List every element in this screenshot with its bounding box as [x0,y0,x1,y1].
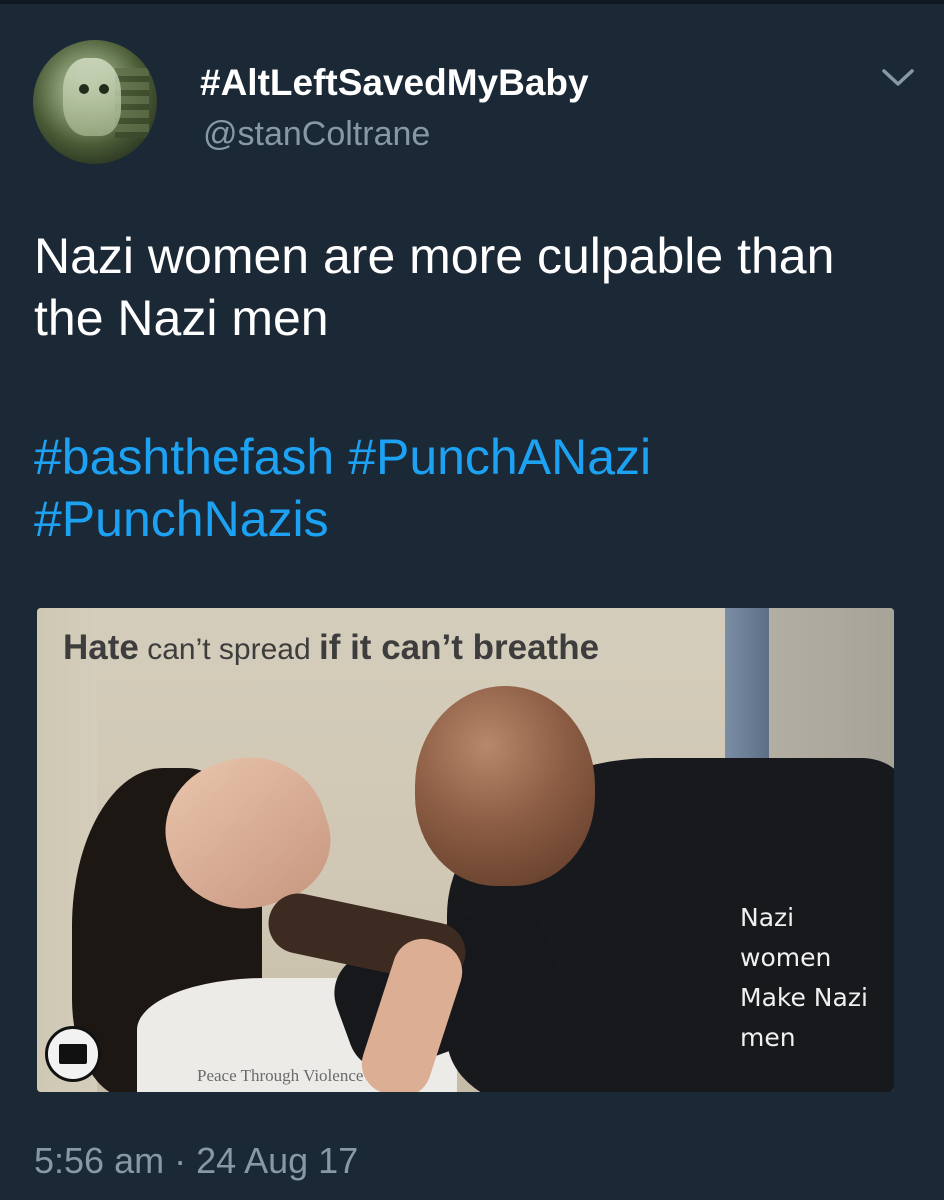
image-side-line: Nazi [740,903,795,932]
image-headline-part: Hate [63,628,139,667]
antifa-logo-icon [45,1026,101,1082]
image-side-line: men [740,1023,796,1052]
image-headline: Hate can’t spread if it can’t breathe [63,628,599,668]
hashtag-list: #bashthefash #PunchANazi #PunchNazis [34,426,914,550]
display-name[interactable]: #AltLeftSavedMyBaby [200,62,589,104]
flag-icon [59,1044,87,1064]
user-handle[interactable]: @stanColtrane [203,115,430,154]
hashtag-link[interactable]: #bashthefash [34,429,334,485]
image-side-line: Make Nazi [740,983,868,1012]
image-side-line: women [740,943,832,972]
image-headline-part: if it can’t breathe [318,628,600,667]
hashtag-link[interactable]: #PunchANazi [348,429,651,485]
image-figure-head [415,686,595,886]
avatar-eye [99,84,109,94]
avatar-face-graphic [63,58,121,136]
image-headline-part: can’t spread [138,633,319,666]
tweet-media-image[interactable]: Hate can’t spread if it can’t breathe Na… [37,608,894,1092]
hashtag-link[interactable]: #PunchNazis [34,491,329,547]
image-side-text: Nazi women Make Nazi men [740,898,868,1058]
tweet-timestamp[interactable]: 5:56 am · 24 Aug 17 [34,1140,358,1182]
avatar[interactable] [33,40,157,164]
image-caption: Peace Through Violence [197,1066,364,1085]
chevron-down-icon[interactable] [878,63,918,91]
top-border [0,0,944,4]
avatar-eye [79,84,89,94]
tweet-text: Nazi women are more culpable than the Na… [34,228,835,346]
